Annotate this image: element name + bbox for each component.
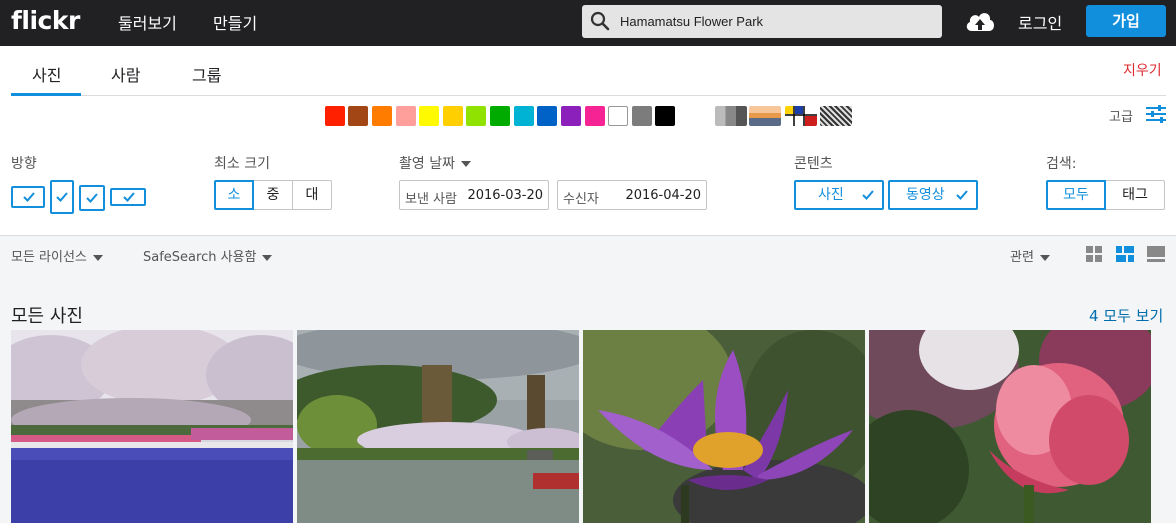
search-filters-panel: 사진 사람 그룹 지우기 고급 방향 최소 크기 소 중 대 촬영 날짜 보낸 … xyxy=(0,46,1176,236)
orientation-panorama[interactable] xyxy=(110,188,146,206)
login-link[interactable]: 로그인 xyxy=(1018,10,1062,34)
date-taken-dropdown[interactable]: 촬영 날짜 xyxy=(399,153,471,173)
photo-image xyxy=(583,330,865,523)
color-swatch[interactable] xyxy=(632,106,652,126)
license-dropdown[interactable]: 모든 라이선스 xyxy=(11,246,103,265)
sort-label: 관련 xyxy=(1010,250,1034,265)
search-box[interactable] xyxy=(582,5,942,38)
minimalist-swatch[interactable] xyxy=(785,106,817,126)
color-swatch[interactable] xyxy=(561,106,581,126)
color-swatch[interactable] xyxy=(655,106,675,126)
color-swatch[interactable] xyxy=(466,106,486,126)
color-swatch[interactable] xyxy=(348,106,368,126)
photo-pink-tulip[interactable] xyxy=(869,330,1151,523)
search-all-option[interactable]: 모두 xyxy=(1046,180,1106,210)
sort-dropdown[interactable]: 관련 xyxy=(1010,246,1050,265)
join-button[interactable]: 가입 xyxy=(1086,5,1166,37)
color-swatch[interactable] xyxy=(537,106,557,126)
tab-active-indicator xyxy=(11,93,81,96)
justified-view-icon[interactable] xyxy=(1116,246,1134,262)
shallow-depth-swatch[interactable] xyxy=(749,106,781,126)
section-title: 모든 사진 xyxy=(11,306,83,327)
safesearch-label: SafeSearch 사용함 xyxy=(143,250,257,265)
orientation-square[interactable] xyxy=(79,185,105,211)
min-size-label: 최소 크기 xyxy=(214,156,270,172)
chevron-down-icon xyxy=(262,254,273,261)
sliders-icon[interactable] xyxy=(1146,105,1166,123)
check-icon xyxy=(56,192,68,202)
photo-image xyxy=(869,330,1151,523)
date-to-value: 2016-04-20 xyxy=(625,188,701,203)
content-videos-label: 동영상 xyxy=(906,187,945,203)
color-swatch[interactable] xyxy=(396,106,416,126)
photo-purple-water-lily[interactable] xyxy=(583,330,865,523)
color-swatch[interactable] xyxy=(419,106,439,126)
date-taken-label: 촬영 날짜 xyxy=(399,156,455,172)
date-to-field[interactable]: 수신자 2016-04-20 xyxy=(557,180,707,210)
advanced-label[interactable]: 고급 xyxy=(1109,106,1133,125)
size-small[interactable]: 소 xyxy=(214,180,254,210)
minimalist-pattern-icon xyxy=(785,106,817,126)
check-icon xyxy=(86,193,98,203)
check-icon xyxy=(123,192,135,202)
color-swatch[interactable] xyxy=(514,106,534,126)
chevron-down-icon xyxy=(92,254,103,261)
check-icon xyxy=(956,190,968,200)
tab-photos[interactable]: 사진 xyxy=(32,62,61,86)
date-from-field[interactable]: 보낸 사람 2016-03-20 xyxy=(399,180,549,210)
search-tags-option[interactable]: 태그 xyxy=(1105,180,1165,210)
photo-park-pond[interactable] xyxy=(297,330,579,523)
color-swatch[interactable] xyxy=(585,106,605,126)
color-swatch[interactable] xyxy=(490,106,510,126)
chevron-down-icon xyxy=(460,161,471,167)
flickr-logo[interactable]: flickr xyxy=(11,6,80,35)
grid-view-icon[interactable] xyxy=(1086,246,1104,262)
color-swatch[interactable] xyxy=(325,106,345,126)
nav-create[interactable]: 만들기 xyxy=(213,10,257,34)
orientation-label: 방향 xyxy=(11,156,37,172)
photo-image xyxy=(11,330,293,523)
top-bar: flickr 둘러보기 만들기 로그인 가입 xyxy=(0,0,1176,46)
photo-image xyxy=(297,330,579,523)
search-in-label: 검색: xyxy=(1046,156,1077,172)
color-swatch[interactable] xyxy=(443,106,463,126)
upload-cloud-icon[interactable] xyxy=(964,7,996,35)
detail-view-icon[interactable] xyxy=(1147,246,1165,262)
orientation-landscape[interactable] xyxy=(11,186,45,208)
date-from-label: 보낸 사람 xyxy=(405,192,457,207)
date-from-value: 2016-03-20 xyxy=(467,188,543,203)
content-videos-toggle[interactable]: 동영상 xyxy=(888,180,978,210)
search-icon[interactable] xyxy=(590,11,610,31)
size-large[interactable]: 대 xyxy=(292,180,332,210)
tab-people[interactable]: 사람 xyxy=(111,62,140,86)
color-swatch[interactable] xyxy=(608,106,628,126)
view-all-link[interactable]: 4 모두 보기 xyxy=(1089,305,1163,326)
license-label: 모든 라이선스 xyxy=(11,250,87,265)
nav-explore[interactable]: 둘러보기 xyxy=(118,10,177,34)
orientation-portrait[interactable] xyxy=(50,180,74,214)
color-swatch[interactable] xyxy=(372,106,392,126)
safesearch-dropdown[interactable]: SafeSearch 사용함 xyxy=(143,246,273,265)
tabs-divider xyxy=(11,95,1166,96)
content-label: 콘텐츠 xyxy=(794,156,833,172)
clear-filters-link[interactable]: 지우기 xyxy=(1123,60,1162,80)
content-photos-toggle[interactable]: 사진 xyxy=(794,180,884,210)
check-icon xyxy=(862,190,874,200)
size-medium[interactable]: 중 xyxy=(253,180,293,210)
date-to-label: 수신자 xyxy=(563,192,599,207)
black-and-white-swatch[interactable] xyxy=(715,106,747,126)
check-icon xyxy=(23,192,35,202)
tab-groups[interactable]: 그룹 xyxy=(192,62,221,86)
search-input[interactable] xyxy=(620,5,930,38)
chevron-down-icon xyxy=(1039,254,1050,261)
photo-cherry-blossom-hyacinth[interactable] xyxy=(11,330,293,523)
patterns-swatch[interactable] xyxy=(820,106,852,126)
content-photos-label: 사진 xyxy=(818,187,844,203)
